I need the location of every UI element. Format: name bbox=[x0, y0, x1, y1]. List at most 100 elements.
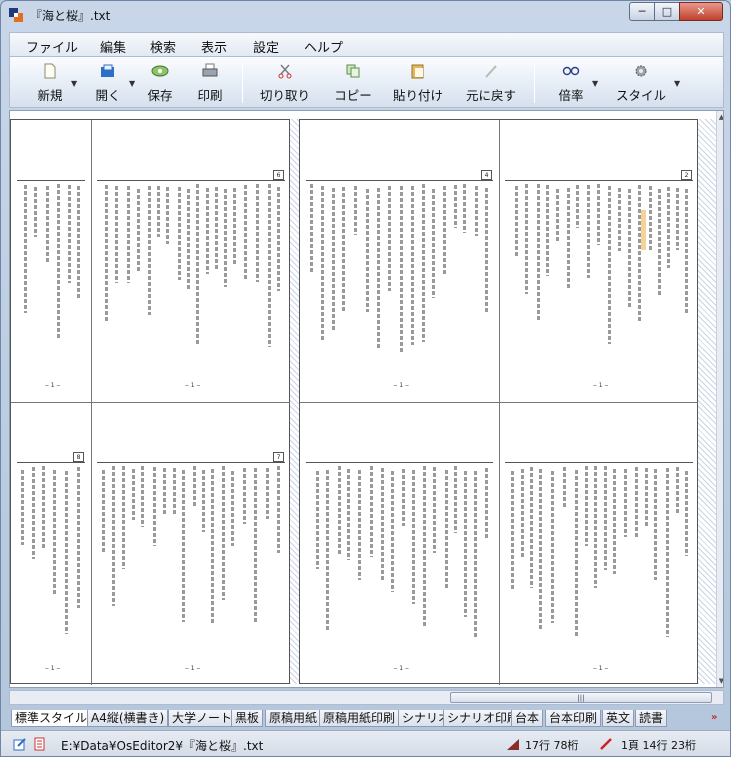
document-preview-area[interactable]: ‒ 1 ‒ 6 ‒ 1 ‒ 8 ‒ 1 ‒ 7 ‒ 1 ‒ 4 ‒ 1 ‒ 2 ‒ 1 ‒ ‒ 1 … bbox=[9, 110, 724, 688]
tab-manuscript-print[interactable]: 原稿用紙印刷 bbox=[319, 710, 400, 727]
tab-a4-portrait[interactable]: A4縦(横書き) bbox=[87, 710, 169, 727]
text-column bbox=[222, 466, 225, 600]
text-column bbox=[321, 186, 324, 342]
horizontal-scrollbar[interactable]: ||| bbox=[9, 690, 724, 705]
text-column bbox=[411, 186, 414, 345]
text-column bbox=[153, 467, 156, 546]
title-bar[interactable]: 『海と桜』.txt ─ □ ✕ bbox=[1, 1, 730, 29]
text-column bbox=[187, 189, 190, 291]
open-dropdown-icon[interactable]: ▼ bbox=[129, 79, 135, 88]
menu-search[interactable]: 検索 bbox=[150, 37, 176, 56]
text-column bbox=[685, 471, 688, 556]
text-column bbox=[32, 467, 35, 559]
text-column bbox=[658, 189, 661, 296]
page-horizontal-divider bbox=[11, 402, 291, 403]
pen-icon bbox=[600, 738, 612, 750]
tab-manuscript-paper[interactable]: 原稿用紙 bbox=[265, 710, 322, 727]
cell-header-rule bbox=[17, 462, 85, 463]
text-column bbox=[277, 187, 280, 291]
style-button[interactable]: スタイル bbox=[616, 61, 666, 105]
print-button[interactable]: 印刷 bbox=[192, 61, 228, 105]
text-column bbox=[635, 467, 638, 539]
text-column bbox=[163, 468, 166, 516]
tab-standard-style[interactable]: 標準スタイル bbox=[11, 710, 92, 727]
open-button[interactable]: 開く bbox=[90, 61, 126, 105]
text-column bbox=[256, 184, 259, 282]
zoom-button[interactable]: 倍率 bbox=[556, 61, 586, 105]
page-folio: ‒ 1 ‒ bbox=[185, 382, 201, 389]
cut-button[interactable]: 切り取り bbox=[258, 61, 312, 105]
new-dropdown-icon[interactable]: ▼ bbox=[71, 79, 77, 88]
cut-label: 切り取り bbox=[259, 88, 310, 103]
scroll-up-icon[interactable]: ▲ bbox=[718, 113, 723, 121]
text-column bbox=[127, 186, 130, 283]
text-column bbox=[676, 467, 679, 513]
undo-pen-icon bbox=[485, 65, 497, 78]
text-column bbox=[358, 470, 361, 580]
text-column bbox=[537, 184, 540, 320]
page-margin-hatch bbox=[698, 119, 716, 684]
style-dropdown-icon[interactable]: ▼ bbox=[674, 79, 680, 88]
text-column bbox=[423, 466, 426, 628]
text-column bbox=[556, 189, 559, 242]
open-folder-icon bbox=[101, 64, 114, 77]
copy-button[interactable]: コピー bbox=[330, 61, 376, 105]
text-column bbox=[332, 188, 335, 331]
preview-page-left: ‒ 1 ‒ 6 ‒ 1 ‒ 8 ‒ 1 ‒ 7 ‒ 1 ‒ bbox=[10, 119, 291, 685]
close-button[interactable]: ✕ bbox=[679, 2, 723, 21]
vertical-scrollbar[interactable]: ▲ ▼ bbox=[716, 111, 723, 687]
text-column bbox=[685, 189, 688, 315]
menu-file[interactable]: ファイル bbox=[26, 37, 78, 56]
text-column bbox=[42, 466, 45, 549]
menu-edit[interactable]: 編集 bbox=[100, 37, 126, 56]
text-column bbox=[182, 470, 185, 622]
tab-script[interactable]: 台本 bbox=[511, 710, 544, 727]
zoom-dropdown-icon[interactable]: ▼ bbox=[592, 79, 598, 88]
paste-button[interactable]: 貼り付け bbox=[392, 61, 444, 105]
text-column bbox=[618, 188, 621, 251]
page-folio: ‒ 1 ‒ bbox=[45, 665, 61, 672]
menu-settings[interactable]: 設定 bbox=[253, 37, 279, 56]
text-column bbox=[638, 185, 641, 322]
undo-button[interactable]: 元に戻す bbox=[462, 61, 520, 105]
new-button[interactable]: 新規 bbox=[32, 61, 68, 105]
text-column bbox=[546, 185, 549, 276]
window-title: 『海と桜』.txt bbox=[30, 9, 111, 23]
text-column bbox=[68, 185, 71, 283]
preview-page-right: 4 ‒ 1 ‒ 2 ‒ 1 ‒ ‒ 1 ‒ ‒ 1 ‒ bbox=[299, 119, 699, 685]
tab-blackboard[interactable]: 黒板 bbox=[231, 710, 264, 727]
text-column bbox=[388, 186, 391, 291]
maximize-button[interactable]: □ bbox=[654, 2, 680, 21]
text-column bbox=[244, 185, 247, 280]
tab-college-notebook[interactable]: 大学ノート bbox=[168, 710, 237, 727]
text-column bbox=[628, 189, 631, 308]
cell-header-rule bbox=[306, 180, 493, 181]
text-column bbox=[157, 186, 160, 237]
text-column bbox=[515, 186, 518, 256]
text-column bbox=[587, 185, 590, 278]
tab-english[interactable]: 英文 bbox=[602, 710, 635, 727]
text-column bbox=[645, 468, 648, 528]
undo-label: 元に戻す bbox=[465, 88, 516, 103]
save-button[interactable]: 保存 bbox=[142, 61, 178, 105]
horizontal-scroll-thumb[interactable]: ||| bbox=[450, 692, 712, 703]
page-folio: ‒ 1 ‒ bbox=[593, 382, 609, 389]
scroll-down-icon[interactable]: ▼ bbox=[718, 677, 723, 685]
cell-number-box: 2 bbox=[681, 170, 692, 180]
tab-more-icon[interactable]: » bbox=[711, 712, 717, 723]
text-column bbox=[46, 186, 49, 263]
line-position-icon bbox=[507, 739, 519, 750]
paste-label: 貼り付け bbox=[392, 88, 443, 103]
save-label: 保存 bbox=[147, 88, 173, 103]
tab-reading[interactable]: 読書 bbox=[635, 710, 668, 727]
text-column bbox=[604, 466, 607, 570]
page-margin-hatch bbox=[290, 119, 299, 684]
tab-script-print[interactable]: 台本印刷 bbox=[545, 710, 602, 727]
minimize-button[interactable]: ─ bbox=[629, 2, 655, 21]
menu-view[interactable]: 表示 bbox=[201, 37, 227, 56]
menu-help[interactable]: ヘルプ bbox=[304, 37, 343, 56]
toolbar-separator bbox=[242, 63, 243, 103]
text-column bbox=[666, 468, 669, 637]
copy-label: コピー bbox=[334, 88, 372, 103]
open-label: 開く bbox=[95, 88, 121, 103]
